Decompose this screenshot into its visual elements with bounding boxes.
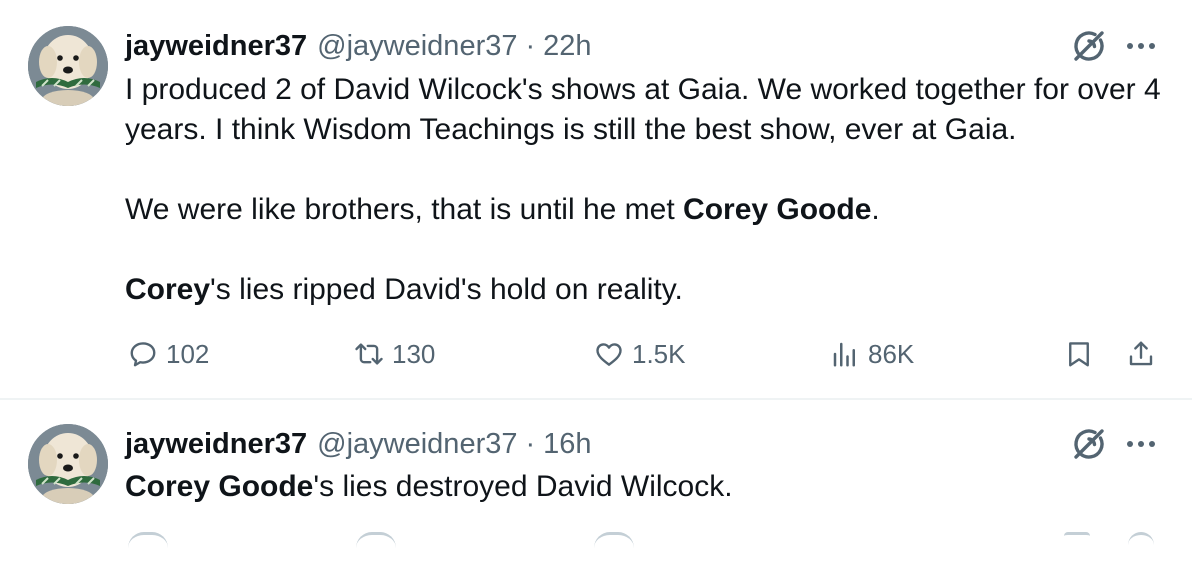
like-count: 1.5K xyxy=(632,338,686,369)
tweet-actions-partial xyxy=(0,532,1192,562)
timestamp[interactable]: 22h xyxy=(543,30,591,63)
bookmark-icon[interactable] xyxy=(1064,532,1090,549)
share-icon[interactable] xyxy=(1128,532,1154,549)
repost-icon xyxy=(355,343,383,365)
tweet-paragraph: I produced 2 of David Wilcock's shows at… xyxy=(125,70,1165,150)
like-icon xyxy=(596,343,622,366)
avatar[interactable] xyxy=(28,424,108,504)
bookmark-button[interactable] xyxy=(1064,334,1094,374)
mention-text[interactable]: Corey Goode xyxy=(125,470,313,503)
grok-icon[interactable] xyxy=(1069,26,1109,66)
reply-icon xyxy=(130,342,156,367)
reply-count: 102 xyxy=(166,338,210,369)
separator: · xyxy=(525,427,536,460)
tweet-header: jayweidner37 @jayweidner37 · 22h xyxy=(125,26,592,66)
more-icon[interactable] xyxy=(1123,36,1159,56)
paragraph-spacer xyxy=(125,230,1165,270)
tweet-paragraph: Corey Goode's lies destroyed David Wilco… xyxy=(125,467,1165,507)
bookmark-icon xyxy=(1069,342,1089,367)
like-icon[interactable] xyxy=(594,532,634,549)
user-handle[interactable]: @jayweidner37 xyxy=(317,428,517,461)
tweet[interactable]: jayweidner37 @jayweidner37 · 16h Corey G… xyxy=(0,400,1192,544)
more-icon[interactable] xyxy=(1123,434,1159,454)
grok-icon[interactable] xyxy=(1069,424,1109,464)
tweet-text: I produced 2 of David Wilcock's shows at… xyxy=(125,70,1165,310)
tweet-paragraph: We were like brothers, that is until he … xyxy=(125,190,1165,230)
body-text: We were like brothers, that is until he … xyxy=(125,193,684,226)
separator: · xyxy=(525,29,536,62)
tweet-header: jayweidner37 @jayweidner37 · 16h xyxy=(125,424,592,464)
body-text: 's lies ripped David's hold on reality. xyxy=(210,273,683,306)
repost-icon[interactable] xyxy=(356,532,396,549)
tweet-paragraph: Corey's lies ripped David's hold on real… xyxy=(125,270,1165,310)
share-icon xyxy=(1129,341,1153,366)
reply-icon[interactable] xyxy=(128,532,168,549)
views-button[interactable]: 86K xyxy=(830,334,914,374)
body-text: 's lies destroyed David Wilcock. xyxy=(313,470,733,503)
share-button[interactable] xyxy=(1126,334,1156,374)
body-text: . xyxy=(871,193,880,226)
like-button[interactable]: 1.5K xyxy=(594,334,686,374)
mention-text[interactable]: Corey Goode xyxy=(683,193,871,226)
user-handle[interactable]: @jayweidner37 xyxy=(317,30,517,63)
repost-button[interactable]: 130 xyxy=(354,334,435,374)
timestamp[interactable]: 16h xyxy=(543,428,591,461)
avatar[interactable] xyxy=(28,26,108,106)
tweet[interactable]: jayweidner37 @jayweidner37 · 22h I produ… xyxy=(0,0,1192,398)
display-name[interactable]: jayweidner37 xyxy=(125,428,307,461)
mention-text[interactable]: Corey xyxy=(125,273,210,306)
reply-button[interactable]: 102 xyxy=(128,334,209,374)
tweet-actions: 102 130 1.5K 86K xyxy=(0,334,1192,374)
body-text: I produced 2 of David Wilcock's shows at… xyxy=(125,73,1161,146)
paragraph-spacer xyxy=(125,150,1165,190)
repost-count: 130 xyxy=(392,338,436,369)
views-icon xyxy=(833,342,855,367)
display-name[interactable]: jayweidner37 xyxy=(125,30,307,63)
tweet-text: Corey Goode's lies destroyed David Wilco… xyxy=(125,467,1165,507)
views-count: 86K xyxy=(868,338,915,369)
